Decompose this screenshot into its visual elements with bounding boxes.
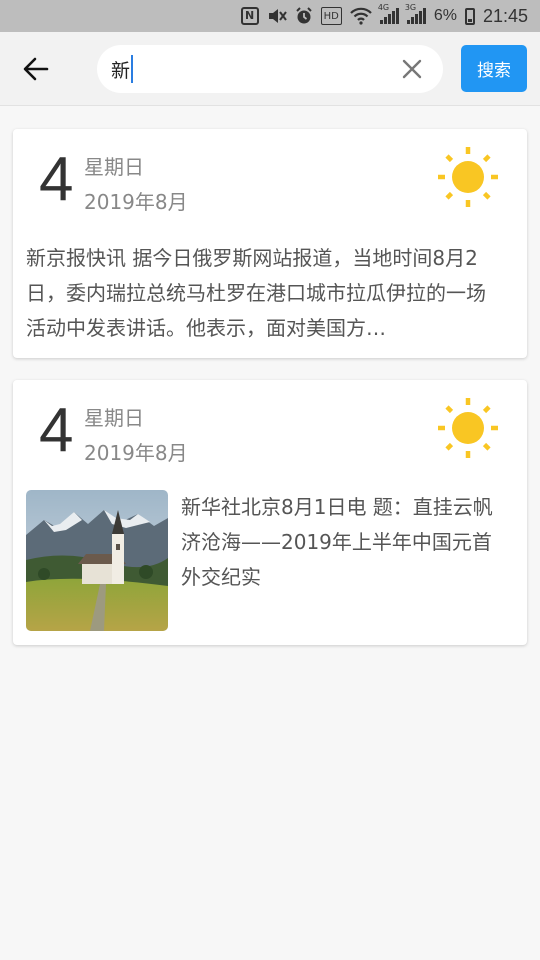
mountain-church-photo [26, 490, 168, 631]
status-bar: N HD 4G 3G 6% 21:45 [0, 0, 540, 32]
news-thumbnail[interactable] [26, 490, 168, 631]
nfc-icon: N [240, 7, 259, 25]
battery-percent: 6% [433, 7, 457, 24]
signal-icon: 3G [405, 3, 426, 25]
weekday-label: 星期日 [84, 155, 144, 179]
signal-icon: 4G [378, 3, 399, 25]
alarm-icon [295, 7, 313, 25]
search-button[interactable]: 搜索 [461, 45, 527, 92]
close-icon [402, 59, 422, 79]
search-header: 新 搜索 [0, 32, 540, 106]
search-input-value: 新 [111, 59, 131, 82]
day-number: 4 [39, 396, 74, 465]
battery-icon [464, 7, 475, 25]
mute-icon [267, 7, 287, 25]
sun-icon [438, 398, 498, 458]
news-card[interactable]: 4 星期日 2019年8月 新华社北京8月1日电 题：直挂云帆济沧海——2019… [13, 380, 527, 645]
clock: 21:45 [482, 5, 528, 26]
search-box[interactable]: 新 [97, 45, 443, 93]
day-number: 4 [39, 145, 74, 214]
wifi-icon [350, 7, 372, 25]
arrow-left-icon [23, 57, 49, 81]
weekday-label: 星期日 [84, 406, 144, 430]
year-month-label: 2019年8月 [84, 190, 188, 214]
news-summary: 新京报快讯 据今日俄罗斯网站报道，当地时间8月2日，委内瑞拉总统马杜罗在港口城市… [26, 246, 486, 340]
text-cursor [131, 55, 134, 83]
sun-icon [438, 147, 498, 207]
search-input[interactable]: 新 [111, 54, 371, 84]
back-button[interactable] [18, 52, 54, 86]
news-card[interactable]: 4 星期日 2019年8月 新京报快讯 据今日俄罗斯网站报道，当地时间8月2日，… [13, 129, 527, 358]
hd-icon: HD [320, 7, 342, 25]
clear-button[interactable] [399, 56, 425, 82]
year-month-label: 2019年8月 [84, 441, 188, 465]
news-headline: 新华社北京8月1日电 题：直挂云帆济沧海——2019年上半年中国元首外交纪实 [181, 495, 493, 589]
